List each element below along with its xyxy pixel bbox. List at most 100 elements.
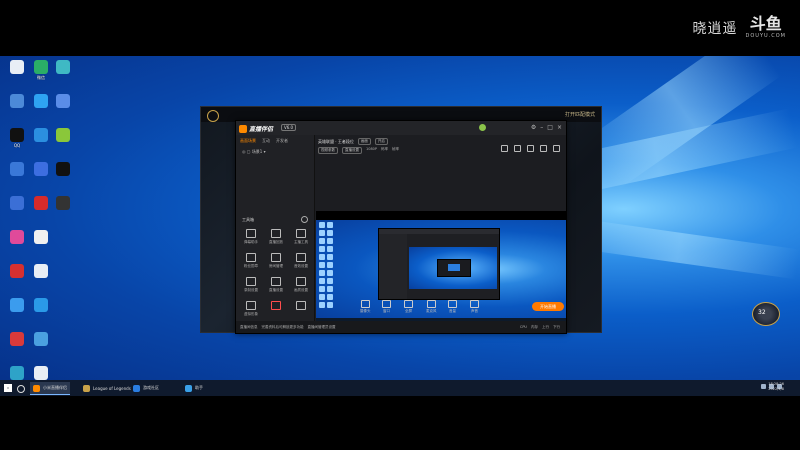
tip-admin[interactable]: 直播间管理员设置 bbox=[308, 325, 336, 330]
taskbar-item[interactable]: 小米直播伴侣 bbox=[30, 382, 70, 395]
desktop-icon[interactable] bbox=[30, 128, 52, 143]
toolbox-item[interactable] bbox=[289, 301, 313, 312]
stream-params-row: 视频参数 直播设置 1080P 码率 帧率 bbox=[318, 147, 399, 154]
desktop-icon[interactable] bbox=[30, 366, 52, 381]
desktop-icon[interactable] bbox=[6, 298, 28, 313]
taskbar-clock[interactable]: 18:28:26 2022/4/8 bbox=[768, 382, 784, 392]
gift-icon[interactable] bbox=[514, 145, 521, 152]
control-button[interactable]: 音量 bbox=[448, 300, 457, 314]
taskbar-app-icon bbox=[33, 384, 40, 392]
tool-icon bbox=[296, 229, 306, 238]
param-live[interactable]: 直播设置 bbox=[342, 147, 362, 154]
toolbox-item[interactable]: 弹幕助手 bbox=[239, 229, 263, 245]
app-icon bbox=[10, 366, 24, 380]
desktop-icon[interactable] bbox=[30, 298, 52, 313]
desktop-icon[interactable] bbox=[30, 162, 52, 177]
toolbox-item[interactable]: 音效设置 bbox=[289, 253, 313, 269]
toolbox-item[interactable]: 粉丝勋章 bbox=[239, 253, 263, 269]
start-live-button[interactable]: 开始直播 bbox=[532, 302, 564, 311]
desktop-icon[interactable] bbox=[30, 264, 52, 279]
app-icon bbox=[34, 332, 48, 346]
toolbox-title: 工具箱 bbox=[242, 217, 254, 222]
desktop-icon[interactable]: 微信 bbox=[30, 60, 52, 81]
desktop-icon[interactable] bbox=[52, 94, 74, 109]
version-badge[interactable]: V6.0 bbox=[281, 124, 297, 131]
app-name: 直播伴侣 bbox=[249, 126, 274, 133]
user-avatar[interactable] bbox=[479, 124, 486, 131]
app-icon bbox=[34, 298, 48, 312]
minimize-icon[interactable]: – bbox=[540, 124, 543, 131]
app-icon bbox=[34, 128, 48, 142]
toolbox-item[interactable]: 直播设置 bbox=[264, 277, 288, 293]
control-button[interactable]: 摄像头 bbox=[360, 300, 371, 314]
control-button[interactable]: 全屏 bbox=[404, 300, 413, 314]
control-label: 音量 bbox=[449, 309, 456, 313]
desktop-icon[interactable] bbox=[52, 128, 74, 143]
app-icon bbox=[10, 60, 24, 74]
game-top-menu[interactable]: 打开匹配模式 bbox=[565, 111, 595, 118]
desktop-icon[interactable] bbox=[6, 230, 28, 245]
search-icon[interactable] bbox=[17, 385, 25, 393]
param-video[interactable]: 视频参数 bbox=[318, 147, 338, 154]
app-icon bbox=[56, 128, 70, 142]
start-button-icon[interactable] bbox=[4, 384, 12, 392]
desktop-icon[interactable] bbox=[30, 94, 52, 109]
toolbox-item[interactable]: 主播工具 bbox=[289, 229, 313, 245]
share-icon[interactable] bbox=[501, 145, 508, 152]
toolbox-item[interactable]: 虚拟形象 bbox=[239, 301, 263, 317]
taskbar-item[interactable]: 游戏社区 bbox=[130, 382, 162, 394]
taskbar-item[interactable]: League of Legends bbox=[80, 382, 134, 394]
control-button[interactable]: 麦克风 bbox=[426, 300, 437, 314]
taskbar-item[interactable]: 助手 bbox=[182, 382, 206, 394]
scene-selector[interactable]: ◎ ▢ 场景1 ▾ bbox=[236, 147, 314, 157]
desktop-icon[interactable] bbox=[30, 230, 52, 245]
toolbox-toggle-icon[interactable] bbox=[301, 216, 308, 223]
control-icon bbox=[426, 300, 436, 308]
tip-room-info[interactable]: 直播间信息 bbox=[240, 325, 258, 330]
chip-preview[interactable]: 画面 bbox=[357, 138, 371, 145]
tab-scene[interactable]: 画面场景 bbox=[240, 138, 256, 144]
tab-developer[interactable]: 开发者 bbox=[276, 138, 288, 144]
desktop-icon[interactable] bbox=[6, 94, 28, 109]
tray-network-icon[interactable] bbox=[761, 384, 766, 389]
toolbox-item[interactable]: 录制设置 bbox=[239, 277, 263, 293]
desktop-icon[interactable] bbox=[52, 196, 74, 211]
desktop-icon[interactable] bbox=[52, 162, 74, 177]
desktop-icon[interactable] bbox=[6, 332, 28, 347]
desktop-icon[interactable] bbox=[52, 60, 74, 75]
desktop-icon[interactable] bbox=[30, 332, 52, 347]
chip-open[interactable]: 开启 bbox=[374, 138, 388, 145]
desktop-icon[interactable] bbox=[30, 196, 52, 211]
tip-complete-profile[interactable]: 完善资料后可解锁更多功能 bbox=[262, 325, 304, 330]
tool-label: 直播回放 bbox=[269, 240, 283, 244]
toolbox-item[interactable]: 画质设置 bbox=[289, 277, 313, 293]
toolbox-item[interactable] bbox=[264, 301, 288, 312]
desktop-icon[interactable] bbox=[6, 162, 28, 177]
toolbox-item[interactable]: 房间管理 bbox=[264, 253, 288, 269]
floating-monitor-widget[interactable]: 32 bbox=[752, 302, 780, 326]
maximize-icon[interactable]: □ bbox=[547, 124, 553, 131]
app-icon bbox=[34, 94, 48, 108]
stream-title[interactable]: 英雄联盟 · 王者段位 bbox=[318, 139, 354, 145]
settings-icon[interactable]: ⚙ bbox=[531, 124, 536, 131]
message-icon[interactable] bbox=[527, 145, 534, 152]
close-icon[interactable]: × bbox=[557, 124, 562, 131]
desktop-icon[interactable]: QQ bbox=[6, 128, 28, 148]
desktop-icon[interactable] bbox=[6, 264, 28, 279]
control-label: 窗口 bbox=[383, 309, 390, 313]
expand-icon[interactable] bbox=[553, 145, 560, 152]
desktop-icon[interactable] bbox=[6, 366, 28, 381]
link-icon[interactable] bbox=[540, 145, 547, 152]
param-resolution: 1080P bbox=[366, 147, 378, 151]
tool-icon bbox=[246, 277, 256, 286]
tab-interact[interactable]: 互动 bbox=[262, 138, 270, 144]
toolbox-item[interactable]: 直播回放 bbox=[264, 229, 288, 245]
stream-info-bar: 英雄联盟 · 王者段位 画面 开启 视频参数 直播设置 1080P 码率 帧率 bbox=[316, 135, 566, 157]
control-button[interactable]: 声音 bbox=[470, 300, 479, 314]
desktop-icon[interactable] bbox=[6, 60, 28, 75]
control-button[interactable]: 窗口 bbox=[382, 300, 391, 314]
app-icon bbox=[34, 196, 48, 210]
desktop-icon[interactable] bbox=[6, 196, 28, 211]
app-icon bbox=[34, 264, 48, 278]
streaming-app-window[interactable]: 直播伴侣 V6.0 ⚙ – □ × 画面场景 互动 开发者 ◎ ▢ 场景1 ▾ … bbox=[235, 120, 567, 334]
